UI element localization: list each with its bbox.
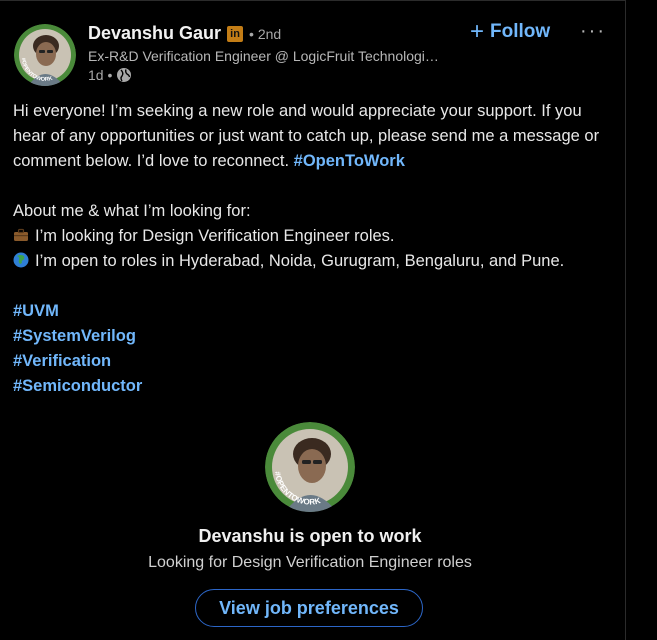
bullet-roles: I’m looking for Design Verification Engi… — [13, 224, 613, 249]
open-to-work-title: Devanshu is open to work — [198, 526, 422, 546]
post-timestamp: 1d • — [88, 67, 113, 83]
open-to-work-avatar: #OPENTOWORK — [265, 422, 355, 512]
follow-button[interactable]: + Follow — [470, 18, 551, 45]
plus-icon: + — [470, 18, 485, 45]
more-options-icon[interactable]: ··· — [580, 20, 606, 43]
feed-post-card: #OPENTOWORK Devanshu Gaur in • 2nd Ex-R&… — [0, 0, 626, 640]
author-headline: Ex-R&D Verification Engineer @ LogicFrui… — [88, 48, 439, 64]
hashtag-systemverilog[interactable]: #SystemVerilog — [13, 327, 136, 345]
hashtag-verification[interactable]: #Verification — [13, 352, 111, 370]
bullet-roles-text: I’m looking for Design Verification Engi… — [35, 227, 395, 245]
post-meta: 1d • — [88, 67, 132, 83]
view-job-preferences-button[interactable]: View job preferences — [195, 589, 423, 627]
globe-icon — [116, 67, 132, 83]
hashtag-opentowork[interactable]: #OpenToWork — [294, 152, 405, 170]
follow-label: Follow — [490, 21, 551, 42]
connection-degree: • 2nd — [249, 25, 282, 42]
author-name-row: Devanshu Gaur in • 2nd — [88, 23, 281, 44]
hashtag-semiconductor[interactable]: #Semiconductor — [13, 377, 142, 395]
author-name[interactable]: Devanshu Gaur — [88, 23, 221, 44]
earth-globe-icon — [13, 251, 29, 268]
hashtag-uvm[interactable]: #UVM — [13, 302, 59, 320]
post-paragraph-intro: Hi everyone! I’m seeking a new role and … — [13, 99, 613, 174]
linkedin-premium-badge-icon: in — [227, 25, 244, 42]
open-to-work-subtitle: Looking for Design Verification Engineer… — [148, 554, 472, 571]
author-avatar[interactable]: #OPENTOWORK — [14, 24, 76, 86]
about-heading: About me & what I’m looking for: — [13, 202, 251, 220]
post-body: Hi everyone! I’m seeking a new role and … — [13, 99, 613, 399]
bullet-locations: I’m open to roles in Hyderabad, Noida, G… — [13, 249, 613, 274]
briefcase-icon — [13, 226, 29, 242]
bullet-locations-text: I’m open to roles in Hyderabad, Noida, G… — [35, 252, 565, 270]
